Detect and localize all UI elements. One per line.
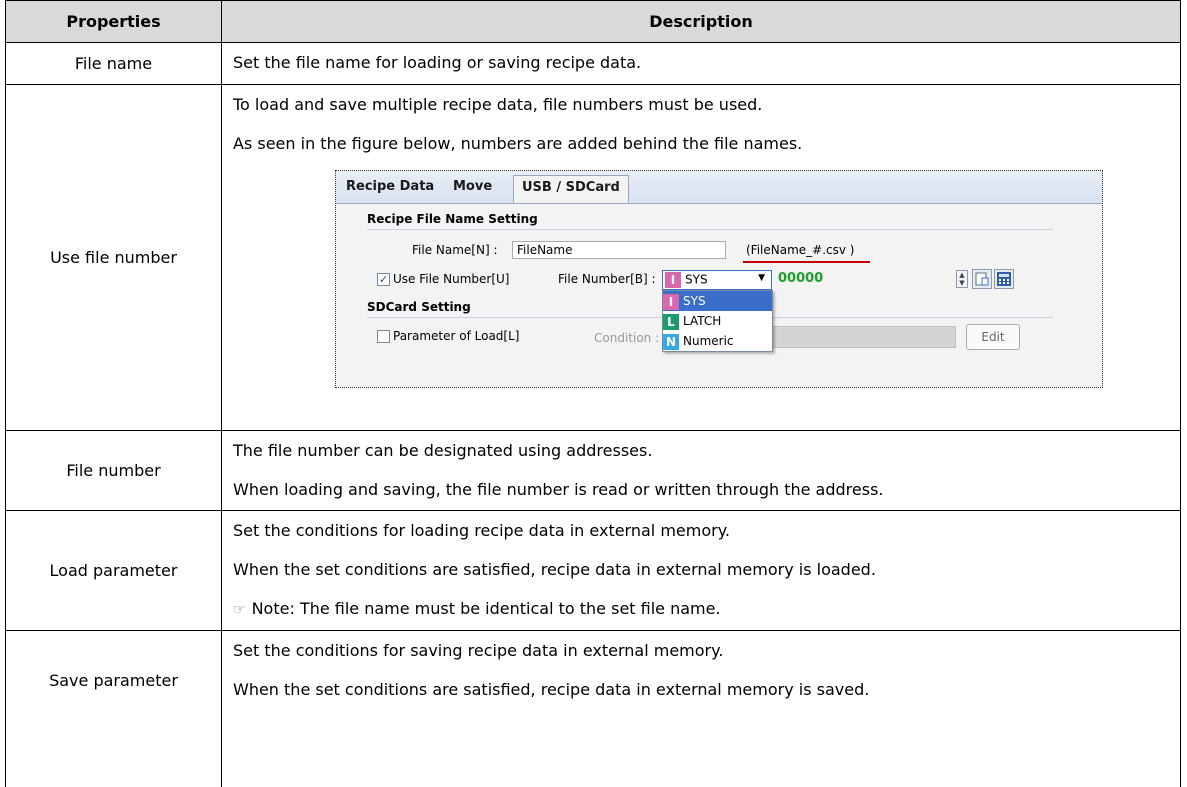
table-row: File name Set the file name for loading … bbox=[5, 42, 1181, 85]
edit-button[interactable]: Edit bbox=[966, 324, 1020, 350]
property-cell: File number bbox=[5, 430, 222, 511]
description-line: When the set conditions are satisfied, r… bbox=[233, 560, 876, 579]
device-type-combo[interactable]: I SYS ▼ bbox=[662, 270, 772, 290]
tab-bar: Recipe Data Move USB / SDCard bbox=[336, 171, 1102, 204]
use-file-number-label: Use File Number[U] bbox=[393, 272, 510, 286]
description-cell: To load and save multiple recipe data, f… bbox=[221, 84, 1181, 431]
note-line: ☞ Note: The file name must be identical t… bbox=[233, 599, 721, 618]
sys-badge-icon: I bbox=[663, 293, 679, 310]
description-line: When the set conditions are satisfied, r… bbox=[233, 680, 870, 699]
device-type-dropdown[interactable]: I SYS L LATCH N Numeric bbox=[662, 290, 773, 352]
keypad-icon[interactable] bbox=[994, 269, 1014, 289]
header-properties: Properties bbox=[5, 0, 222, 43]
tab-recipe-data[interactable]: Recipe Data bbox=[346, 179, 434, 194]
file-name-label: File Name[N] : bbox=[412, 243, 498, 257]
property-cell: Use file number bbox=[5, 84, 222, 431]
dropdown-option-latch[interactable]: L LATCH bbox=[663, 311, 772, 331]
file-name-input[interactable]: FileName bbox=[512, 241, 726, 259]
load-parameter-checkbox[interactable] bbox=[377, 330, 390, 343]
description-line: The file number can be designated using … bbox=[233, 441, 653, 460]
load-parameter-label: Parameter of Load[L] bbox=[393, 329, 520, 343]
pointing-hand-icon: ☞ bbox=[233, 602, 246, 618]
dropdown-option-numeric[interactable]: N Numeric bbox=[663, 331, 772, 351]
header-description: Description bbox=[221, 0, 1181, 43]
recipe-dialog-figure: Recipe Data Move USB / SDCard Recipe Fil… bbox=[335, 170, 1103, 388]
use-file-number-checkbox[interactable]: ✓ bbox=[377, 273, 390, 286]
section-recipe-file-name: Recipe File Name Setting bbox=[367, 212, 538, 226]
table-row: Use file number To load and save multipl… bbox=[5, 84, 1181, 431]
properties-table: Properties Description File name Set the… bbox=[5, 0, 1181, 787]
description-line: Set the conditions for loading recipe da… bbox=[233, 521, 730, 540]
description-line: To load and save multiple recipe data, f… bbox=[233, 95, 763, 114]
sys-badge-icon: I bbox=[665, 272, 681, 288]
condition-label: Condition : bbox=[594, 331, 660, 345]
table-row: File number The file number can be desig… bbox=[5, 430, 1181, 511]
table-row: Load parameter Set the conditions for lo… bbox=[5, 510, 1181, 631]
section-sdcard-setting: SDCard Setting bbox=[367, 300, 471, 314]
tab-move[interactable]: Move bbox=[453, 179, 492, 194]
preview-underline bbox=[743, 261, 870, 263]
property-cell: Save parameter bbox=[5, 630, 222, 787]
address-field[interactable] bbox=[774, 270, 952, 288]
chevron-down-icon: ▼ bbox=[758, 273, 765, 283]
description-line: As seen in the figure below, numbers are… bbox=[233, 134, 803, 153]
property-cell: File name bbox=[5, 42, 222, 85]
description-line: Set the file name for loading or saving … bbox=[233, 53, 642, 72]
description-cell: Set the conditions for saving recipe dat… bbox=[221, 630, 1181, 787]
description-line: Set the conditions for saving recipe dat… bbox=[233, 641, 724, 660]
section-divider bbox=[367, 229, 1053, 230]
property-cell: Load parameter bbox=[5, 510, 222, 631]
dropdown-option-sys[interactable]: I SYS bbox=[663, 291, 772, 311]
description-cell: Set the file name for loading or saving … bbox=[221, 42, 1181, 85]
tab-usb-sdcard[interactable]: USB / SDCard bbox=[513, 175, 629, 203]
numeric-badge-icon: N bbox=[663, 333, 679, 350]
spin-icon[interactable]: ▲ ▼ bbox=[956, 270, 968, 288]
latch-badge-icon: L bbox=[663, 313, 679, 330]
address-browse-icon[interactable] bbox=[972, 269, 992, 289]
table-header-row: Properties Description bbox=[5, 0, 1181, 43]
file-number-label: File Number[B] : bbox=[558, 272, 656, 286]
description-cell: Set the conditions for loading recipe da… bbox=[221, 510, 1181, 631]
description-line: When loading and saving, the file number… bbox=[233, 480, 884, 499]
table-row: Save parameter Set the conditions for sa… bbox=[5, 630, 1181, 787]
file-name-preview: (FileName_#.csv ) bbox=[746, 243, 855, 257]
condition-field bbox=[772, 326, 956, 348]
description-cell: The file number can be designated using … bbox=[221, 430, 1181, 511]
